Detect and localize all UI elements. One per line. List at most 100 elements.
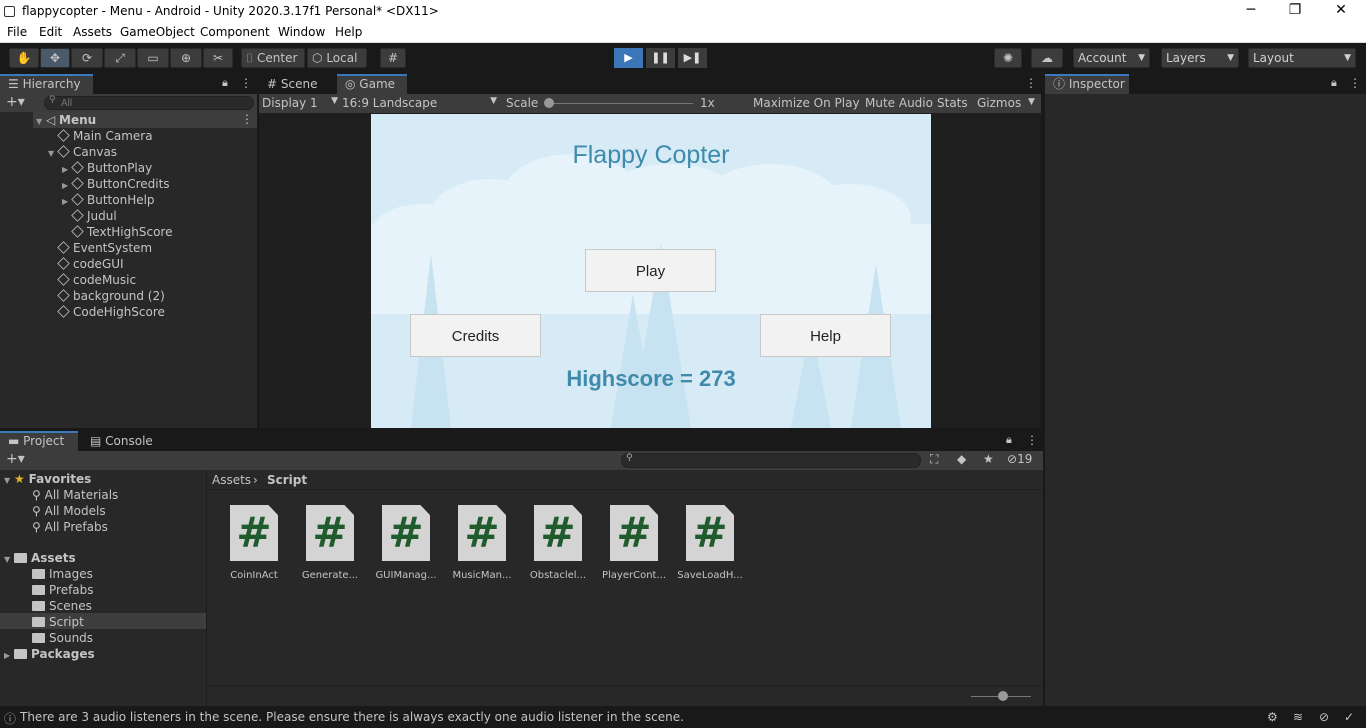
folder-item-prefabs[interactable]: Prefabs (32, 582, 94, 598)
lighting-icon[interactable]: ≋ (1293, 710, 1303, 724)
hierarchy-item[interactable]: CodeHighScore (48, 304, 165, 320)
move-tool-icon[interactable]: ✥ (40, 48, 70, 68)
services-icon[interactable]: ✺ (994, 48, 1022, 68)
aspect-dropdown[interactable]: 16:9 Landscape ▼ (342, 96, 497, 110)
tab-game[interactable]: ◎ Game (337, 74, 407, 94)
mute-audio-toggle[interactable]: Mute Audio (865, 96, 933, 110)
more-icon[interactable]: ⋮ (1349, 76, 1361, 90)
script-file[interactable]: # SaveLoadH... (672, 505, 748, 581)
hierarchy-item[interactable]: codeGUI (48, 256, 124, 272)
maximize-button[interactable]: ❐ (1272, 2, 1318, 22)
script-file[interactable]: # GUIManag... (368, 505, 444, 581)
breadcrumb-assets[interactable]: Assets (212, 473, 251, 487)
stats-toggle[interactable]: Stats (937, 96, 968, 110)
hierarchy-search-input[interactable] (44, 96, 254, 110)
hierarchy-item[interactable]: EventSystem (48, 240, 152, 256)
add-icon[interactable]: +▾ (6, 451, 25, 467)
tab-console[interactable]: ▤ Console (82, 431, 162, 451)
minimize-button[interactable]: ─ (1228, 2, 1274, 22)
favorite-item[interactable]: ⚲ All Materials (32, 487, 118, 503)
scene-more-icon[interactable]: ⋮ (241, 112, 253, 126)
layers-dropdown[interactable]: Layers ▼ (1161, 48, 1239, 68)
account-dropdown[interactable]: Account ▼ (1073, 48, 1150, 68)
filter-type-icon[interactable]: ⛶ (930, 452, 938, 467)
pause-button[interactable]: ❚❚ (646, 48, 675, 68)
hierarchy-item[interactable]: ▶ ButtonHelp (62, 192, 155, 208)
scale-slider-thumb[interactable] (544, 98, 554, 108)
tab-scene[interactable]: # Scene (259, 74, 337, 94)
more-icon[interactable]: ⋮ (1025, 76, 1037, 90)
menu-help[interactable]: Help (335, 25, 362, 39)
folder-item-images[interactable]: Images (32, 566, 93, 582)
hierarchy-item[interactable]: ▼ Canvas (48, 144, 117, 160)
script-file[interactable]: # Generate... (292, 505, 368, 581)
hierarchy-item[interactable]: background (2) (48, 288, 165, 304)
maximize-on-play-toggle[interactable]: Maximize On Play (753, 96, 860, 110)
play-game-button[interactable]: Play (585, 249, 716, 292)
menu-gameobject[interactable]: GameObject (120, 25, 195, 39)
script-file[interactable]: # MusicMan... (444, 505, 520, 581)
step-button[interactable]: ▶❚ (678, 48, 707, 68)
debug-icon[interactable]: ⚙ (1267, 710, 1278, 724)
assets-row[interactable]: ▼ Assets (4, 550, 76, 566)
packages-row[interactable]: ▶ Packages (4, 646, 95, 662)
lock-icon[interactable]: 🔒︎ (222, 76, 228, 90)
hierarchy-item[interactable]: ▶ ButtonPlay (62, 160, 152, 176)
menu-file[interactable]: File (7, 25, 27, 39)
project-search-input[interactable] (621, 453, 921, 468)
pivot-toggle[interactable]: ⌷ Center (241, 48, 305, 68)
help-button[interactable]: Help (760, 314, 891, 357)
script-file[interactable]: # Obstaclel... (520, 505, 596, 581)
tab-project[interactable]: ▬ Project (0, 431, 78, 451)
play-button[interactable]: ▶ (614, 48, 643, 68)
favorites-row[interactable]: ▼ ★ Favorites (4, 471, 91, 487)
hand-tool-icon[interactable]: ✋ (9, 48, 39, 68)
label-icon[interactable]: ◆ (957, 452, 966, 466)
game-canvas[interactable]: Flappy Copter Play Credits Help Highscor… (371, 114, 931, 428)
favorite-item[interactable]: ⚲ All Prefabs (32, 519, 108, 535)
chevron-down-icon[interactable]: ▼ (1028, 97, 1035, 107)
favorite-icon[interactable]: ★ (983, 452, 994, 466)
display-dropdown[interactable]: Display 1 ▼ (262, 96, 338, 110)
folder-item-scenes[interactable]: Scenes (32, 598, 92, 614)
menu-assets[interactable]: Assets (73, 25, 112, 39)
folder-item-script[interactable]: Script (32, 614, 84, 630)
hidden-count[interactable]: ⊘19 (1007, 452, 1032, 466)
add-icon[interactable]: +▾ (6, 94, 25, 110)
rotate-tool-icon[interactable]: ⟳ (71, 48, 103, 68)
hierarchy-item[interactable]: codeMusic (48, 272, 136, 288)
cloud-icon[interactable]: ☁ (1031, 48, 1063, 68)
lock-icon[interactable]: 🔒︎ (1006, 433, 1012, 447)
breadcrumb-script[interactable]: Script (267, 473, 307, 487)
hierarchy-item[interactable]: Judul (62, 208, 117, 224)
lock-icon[interactable]: 🔒︎ (1331, 76, 1337, 90)
rect-tool-icon[interactable]: ▭ (137, 48, 169, 68)
hierarchy-item[interactable]: Main Camera (48, 128, 153, 144)
transform-tool-icon[interactable]: ⊕ (170, 48, 202, 68)
more-icon[interactable]: ⋮ (240, 76, 252, 90)
tab-hierarchy[interactable]: ☰ Hierarchy (0, 74, 93, 94)
credits-button[interactable]: Credits (410, 314, 541, 357)
cache-icon[interactable]: ⊘ (1319, 710, 1329, 724)
check-icon[interactable]: ✓ (1344, 710, 1354, 724)
script-file[interactable]: # CoinInAct (216, 505, 292, 581)
hierarchy-item[interactable]: TextHighScore (62, 224, 172, 240)
layout-dropdown[interactable]: Layout ▼ (1248, 48, 1356, 68)
tab-inspector[interactable]: ⓘ Inspector (1045, 74, 1129, 94)
hierarchy-item[interactable]: ▶ ButtonCredits (62, 176, 170, 192)
space-toggle[interactable]: ⬡ Local (307, 48, 367, 68)
scale-tool-icon[interactable]: ⤢ (104, 48, 136, 68)
gizmos-toggle[interactable]: Gizmos (977, 96, 1021, 110)
close-button[interactable]: ✕ (1318, 2, 1364, 22)
custom-tool-icon[interactable]: ✂ (203, 48, 233, 68)
grid-snap-icon[interactable]: # (380, 48, 406, 68)
script-file[interactable]: # PlayerCont... (596, 505, 672, 581)
more-icon[interactable]: ⋮ (1026, 433, 1038, 447)
folder-item-sounds[interactable]: Sounds (32, 630, 93, 646)
zoom-slider-thumb[interactable] (998, 691, 1008, 701)
menu-window[interactable]: Window (278, 25, 325, 39)
status-message[interactable]: There are 3 audio listeners in the scene… (20, 710, 684, 724)
menu-component[interactable]: Component (200, 25, 270, 39)
scale-slider[interactable] (547, 103, 693, 104)
expand-icon[interactable]: ▼ (48, 146, 58, 162)
